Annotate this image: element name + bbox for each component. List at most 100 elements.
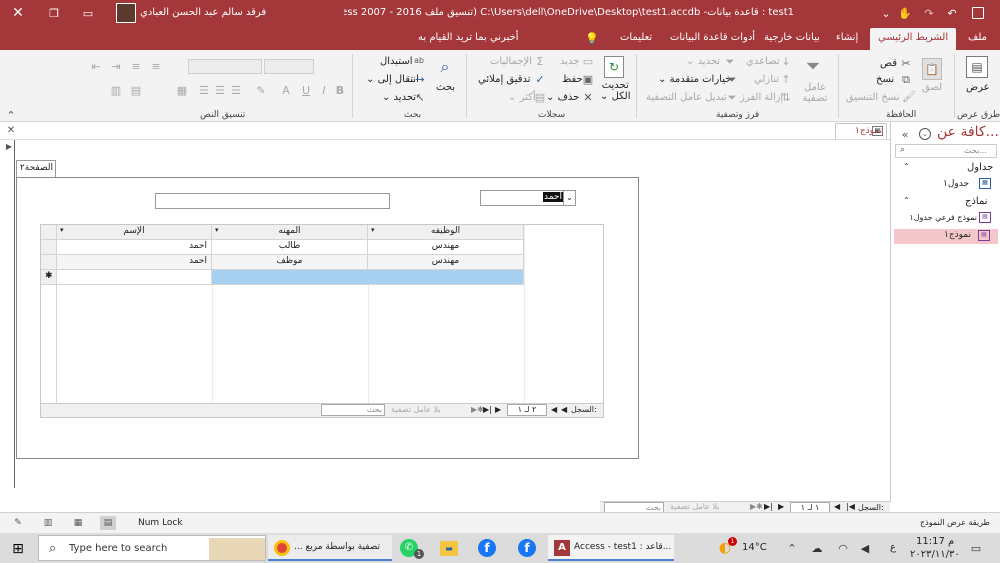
nav-search-input[interactable]: بحث... ⌕ — [895, 144, 997, 158]
format-painter-button[interactable]: نسخ التنسيق — [846, 92, 899, 103]
tab-create[interactable]: إنشاء — [836, 32, 858, 43]
avatar[interactable] — [116, 3, 136, 23]
new-record-button[interactable]: جديد — [560, 56, 579, 67]
facebook-icon[interactable]: f — [518, 539, 536, 557]
font-color-icon[interactable]: A — [280, 84, 292, 96]
network-icon[interactable]: ☁ — [810, 542, 824, 554]
goto-button[interactable]: ⌄ انتقال إلى — [366, 74, 419, 85]
record-selector-icon[interactable]: ▶ — [5, 142, 13, 152]
nav-item-table1[interactable]: جدول١ ▦ — [895, 178, 997, 192]
column-header-job[interactable]: الوظيفه ▾ — [368, 225, 524, 240]
nav-pane-title[interactable]: كافة عن... — [937, 124, 999, 140]
shutter-bar-icon[interactable]: « — [899, 128, 911, 140]
text-field[interactable] — [155, 193, 390, 209]
design-view-icon[interactable]: ✎ — [10, 516, 26, 530]
totals-button[interactable]: الإجماليات — [490, 56, 532, 67]
paste-button[interactable]: لصق — [922, 82, 942, 93]
find-button[interactable]: بحث — [436, 82, 455, 93]
nav-item-subform[interactable]: نموذج فرعي جدول١ ▤ — [895, 212, 997, 226]
taskbar-chrome[interactable]: تصفية بواسطة مربع ... — [268, 535, 392, 561]
table-cell[interactable]: احمد — [57, 240, 212, 255]
row-selector[interactable] — [41, 255, 57, 270]
column-header-profession[interactable]: المهنه ▾ — [212, 225, 368, 240]
touch-mode-icon[interactable]: ✋ — [898, 6, 912, 20]
bold-icon[interactable]: B — [334, 84, 346, 96]
save-icon[interactable] — [972, 7, 984, 19]
main-nav-no-filter[interactable]: بلا عامل تصفية — [670, 502, 720, 511]
format-painter-icon[interactable]: 🖌 — [902, 90, 916, 102]
select-button[interactable]: ⌄ تحديد — [382, 92, 416, 103]
clock-time[interactable]: 11:17 م — [916, 536, 954, 547]
sub-nav-last-icon[interactable]: ▶| — [483, 405, 492, 414]
table-cell[interactable]: طالب — [212, 240, 368, 255]
weather-temp[interactable]: 14°C — [742, 542, 767, 553]
nav-item-form1[interactable]: نموذج١ ▤ — [894, 229, 998, 244]
row-selector[interactable] — [41, 240, 57, 255]
close-icon[interactable]: ✕ — [10, 5, 26, 21]
align-left-icon[interactable]: ☰ — [198, 84, 210, 96]
sub-nav-next-icon[interactable]: ▶ — [495, 405, 501, 414]
column-header-name[interactable]: الإسم ▾ — [57, 225, 212, 240]
filter-button[interactable]: عامل تصفية — [800, 82, 830, 104]
clock-date[interactable]: ٢٠٢٣/١١/٣٠ — [910, 549, 960, 560]
sub-nav-prev-icon[interactable]: ◀ — [551, 405, 557, 414]
form-view-icon[interactable]: ▤ — [100, 516, 116, 530]
grid-corner[interactable] — [41, 225, 57, 240]
ascending-button[interactable]: تصاعدي — [746, 56, 780, 67]
italic-icon[interactable]: I — [318, 84, 330, 96]
highlight-icon[interactable]: ✎ — [254, 84, 268, 96]
tab-database-tools[interactable]: أدوات قاعدة البيانات — [670, 32, 755, 43]
save-record-button[interactable]: حفظ — [562, 74, 583, 85]
redo-icon[interactable]: ↷ — [922, 6, 936, 20]
tab-home[interactable]: الشريط الرئيسي — [870, 28, 957, 50]
advanced-button[interactable]: ⌄ خيارات متقدمة — [658, 74, 731, 85]
new-row-cell[interactable] — [212, 270, 524, 285]
selection-button[interactable]: ⌄ تحديد — [686, 56, 720, 67]
combo-dropdown-icon[interactable]: ⌄ — [563, 191, 575, 205]
windows-start-icon[interactable]: ⊞ — [10, 541, 26, 557]
main-nav-last-icon[interactable]: ▶| — [764, 502, 773, 511]
table-cell[interactable]: احمد — [57, 255, 212, 270]
taskbar-search-box[interactable]: ⌕ Type here to search — [38, 535, 266, 561]
align-center-icon[interactable]: ☰ — [214, 84, 226, 96]
table-cell[interactable]: مهندس — [368, 240, 524, 255]
indent-icon[interactable]: ⇥ — [110, 60, 122, 72]
wifi-icon[interactable]: ◠ — [836, 542, 850, 554]
sub-nav-no-filter[interactable]: بلا عامل تصفية — [391, 405, 441, 414]
numbering-icon[interactable]: ≡ — [130, 60, 142, 72]
ribbon-options-icon[interactable]: ▭ — [82, 7, 94, 19]
sub-nav-search[interactable]: بحث — [321, 404, 385, 416]
tab-page-2[interactable]: الصفحة٢ — [16, 160, 56, 177]
bullets-icon[interactable]: ≡ — [150, 60, 162, 72]
tab-file[interactable]: ملف — [968, 32, 987, 43]
notifications-icon[interactable]: ▭ — [968, 541, 984, 555]
underline-icon[interactable]: U — [300, 84, 312, 96]
tab-help[interactable]: تعليمات — [620, 32, 652, 43]
font-size-box[interactable] — [264, 59, 314, 74]
spelling-button[interactable]: تدقيق إملائي — [478, 74, 531, 85]
main-nav-new-icon[interactable]: ▶✱ — [750, 502, 763, 511]
close-doc-icon[interactable]: ✕ — [6, 125, 16, 137]
cut-button[interactable]: قص — [880, 58, 897, 69]
volume-icon[interactable]: ◀ — [858, 542, 872, 554]
file-explorer-icon[interactable]: ▬ — [440, 541, 458, 556]
find-icon[interactable]: ⌕ — [434, 56, 456, 78]
descending-button[interactable]: تنازلي — [754, 74, 779, 85]
copy-icon[interactable]: ⧉ — [900, 73, 912, 85]
new-row-cell[interactable] — [57, 270, 212, 285]
replace-button[interactable]: استبدال — [380, 56, 413, 67]
new-record-selector[interactable]: ✱ — [41, 270, 57, 285]
nav-menu-icon[interactable]: ⌄ — [919, 128, 931, 140]
tell-me-input[interactable]: أخبرني بما تريد القيام به — [418, 32, 519, 43]
nav-group-tables[interactable]: جداول ⌃ — [895, 162, 997, 176]
main-nav-prev-icon[interactable]: ◀ — [834, 502, 840, 511]
facebook-icon[interactable]: f — [478, 539, 496, 557]
sub-nav-first-icon[interactable]: ◀ — [561, 405, 567, 414]
main-nav-first-icon[interactable]: |◀ — [846, 502, 855, 511]
name-combo[interactable]: احمد ⌄ — [480, 190, 576, 206]
remove-sort-button[interactable]: إزالة الفرز — [740, 92, 783, 103]
align-right-icon[interactable]: ☰ — [230, 84, 242, 96]
datasheet-view-icon[interactable]: ▦ — [70, 516, 86, 530]
tab-external-data[interactable]: بيانات خارجية — [764, 32, 820, 43]
nav-group-forms[interactable]: نماذج ⌃ — [895, 196, 997, 210]
